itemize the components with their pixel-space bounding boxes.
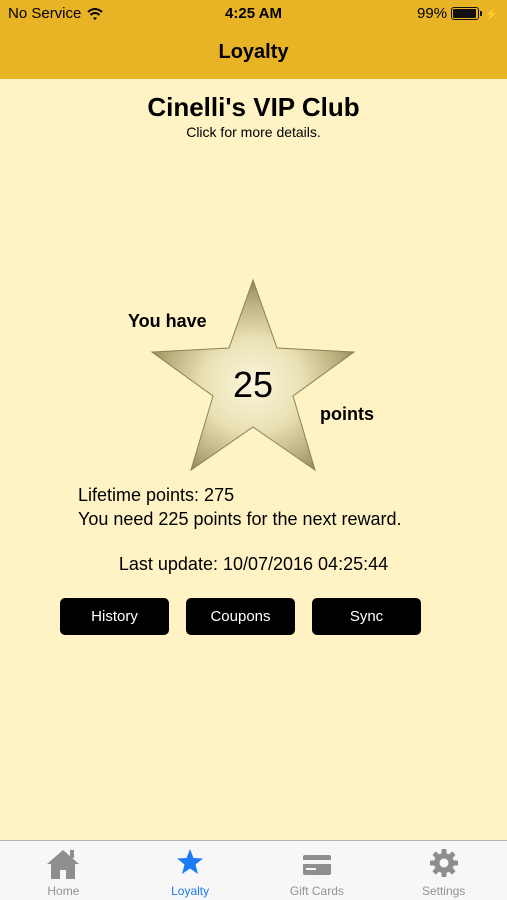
history-button[interactable]: History <box>60 598 169 635</box>
tab-bar: Home Loyalty Gift Cards Settings <box>0 840 507 900</box>
status-right: 99% ⚡ <box>417 5 499 22</box>
club-subtitle[interactable]: Click for more details. <box>0 124 507 140</box>
last-update: Last update: 10/07/2016 04:25:44 <box>118 554 389 574</box>
home-icon <box>47 850 80 879</box>
charging-icon: ⚡ <box>484 6 499 21</box>
coupons-button[interactable]: Coupons <box>186 598 295 635</box>
tab-gift-cards[interactable]: Gift Cards <box>254 841 381 900</box>
tab-home-label: Home <box>47 884 80 898</box>
next-reward-text: You need 225 points for the next reward. <box>78 509 402 529</box>
gift-card-icon <box>302 855 331 875</box>
tab-settings[interactable]: Settings <box>380 841 507 900</box>
tab-gift-cards-label: Gift Cards <box>289 884 344 898</box>
points-value: 25 <box>232 364 274 405</box>
points-suffix: points <box>320 404 374 424</box>
header-bar: No Service 4:25 AM 99% ⚡ Loyalty <box>0 0 507 79</box>
battery-percent: 99% <box>417 5 448 22</box>
tab-loyalty-label: Loyalty <box>171 884 210 898</box>
tab-home[interactable]: Home <box>0 841 127 900</box>
club-title[interactable]: Cinelli's VIP Club <box>0 92 507 123</box>
points-prefix: You have <box>128 311 207 331</box>
status-bar: No Service 4:25 AM 99% ⚡ <box>0 0 507 28</box>
lifetime-points: Lifetime points: 275 <box>78 485 235 505</box>
battery-icon <box>451 7 483 20</box>
tab-loyalty[interactable]: Loyalty <box>127 841 254 900</box>
nav-title: Loyalty <box>218 41 289 63</box>
gear-icon <box>429 849 458 877</box>
sync-button[interactable]: Sync <box>312 598 421 635</box>
star-icon <box>177 849 204 874</box>
tab-settings-label: Settings <box>421 884 466 898</box>
